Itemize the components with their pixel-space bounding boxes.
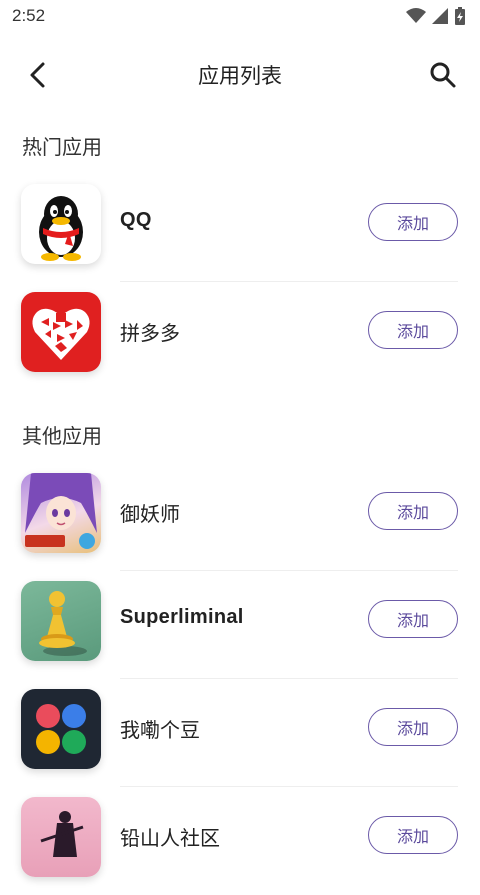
app-name: 我嘞个豆: [120, 718, 200, 742]
app-name: Superliminal: [120, 606, 244, 628]
list-item-superliminal: Superliminal 添加: [0, 571, 480, 679]
chess-pawn-icon: [21, 581, 101, 661]
app-name: QQ: [120, 209, 152, 231]
list-item-yuyaoshi: 御妖师 添加: [0, 463, 480, 571]
four-dots-icon: [21, 689, 101, 769]
section-title-hot: 热门应用: [22, 135, 102, 159]
add-button-superliminal[interactable]: 添加: [368, 600, 458, 638]
section-title-other: 其他应用: [22, 424, 102, 448]
app-name: 铅山人社区: [120, 826, 220, 850]
page-title: 应用列表: [198, 64, 282, 88]
add-button-woleigedou[interactable]: 添加: [368, 708, 458, 746]
add-button-pinduoduo[interactable]: 添加: [368, 311, 458, 349]
search-icon: [430, 62, 456, 88]
yuyaoshi-anime-girl-icon: [21, 473, 101, 553]
app-name: 御妖师: [120, 502, 180, 526]
list-item-qq: QQ 添加: [0, 174, 480, 282]
pinduoduo-heart-icon: [21, 292, 101, 372]
app-header: 应用列表: [0, 40, 480, 110]
list-item-pinduoduo: 拼多多 添加: [0, 282, 480, 390]
list-item-qianshan: 铅山人社区 添加: [0, 787, 480, 895]
search-button[interactable]: [428, 60, 458, 90]
add-button-qianshan[interactable]: 添加: [368, 816, 458, 854]
list-item-woleigedou: 我嘞个豆 添加: [0, 679, 480, 787]
wifi-icon: [406, 8, 426, 23]
battery-icon: [455, 7, 465, 25]
add-button-yuyaoshi[interactable]: 添加: [368, 492, 458, 530]
app-name: 拼多多: [120, 321, 180, 345]
qq-penguin-icon: [21, 184, 101, 264]
status-bar: 2:52: [0, 0, 480, 32]
samurai-silhouette-icon: [21, 797, 101, 877]
status-icons: [406, 6, 466, 26]
signal-icon: [432, 8, 448, 24]
status-time: 2:52: [12, 6, 46, 25]
add-button-qq[interactable]: 添加: [368, 203, 458, 241]
